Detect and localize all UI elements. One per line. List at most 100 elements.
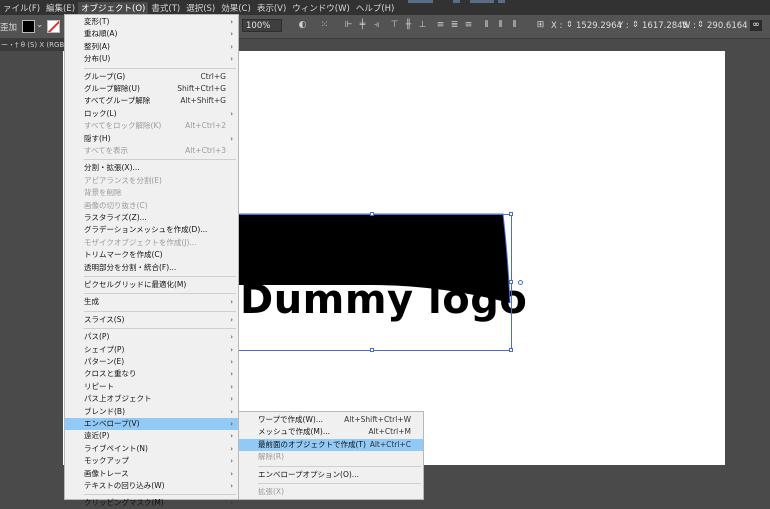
object-menu-item-label: ブレンド(B)	[84, 406, 125, 416]
chevron-right-icon: ›	[230, 420, 233, 428]
envelope-submenu-item-1[interactable]: メッシュで作成(M)... Alt+Ctrl+M	[239, 426, 423, 438]
menubar-item-7[interactable]: ウィンドウ(W)	[289, 2, 353, 14]
w-field[interactable]: 290.6164	[707, 21, 748, 31]
object-menu-item-label: 遠近(P)	[84, 431, 110, 441]
align-right-icon[interactable]: ⫣	[372, 20, 381, 31]
envelope-submenu-separator	[258, 483, 421, 484]
zoom-field[interactable]: 100%	[242, 19, 282, 32]
object-menu-item-38[interactable]: ライブペイント(N) ›	[65, 443, 238, 455]
chevron-right-icon: ›	[230, 345, 233, 354]
object-menu-item-27[interactable]: スライス(S) ›	[65, 314, 238, 326]
object-menu-item-36[interactable]: エンベロープ(V) ›	[65, 418, 238, 430]
envelope-submenu-item-shortcut: Alt+Ctrl+M	[368, 427, 411, 437]
object-menu-item-0[interactable]: 変形(T) ›	[65, 16, 238, 28]
object-menu-item-33[interactable]: リピート ›	[65, 381, 238, 393]
envelope-submenu-item-2[interactable]: 最前面のオブジェクトで作成(T) Alt+Ctrl+C	[239, 438, 423, 451]
distribute-vcenter-icon[interactable]: ≣	[450, 20, 459, 31]
grid-icon[interactable]: ⁙	[320, 20, 329, 31]
chevron-right-icon: ›	[230, 407, 233, 416]
object-menu-item-39[interactable]: モックアップ ›	[65, 455, 238, 467]
object-menu-item-37[interactable]: 遠近(P) ›	[65, 430, 238, 442]
align-vcenter-icon[interactable]: ╫	[404, 20, 413, 31]
selection-handle-right[interactable]	[509, 280, 513, 284]
object-menu-item-35[interactable]: ブレンド(B) ›	[65, 406, 238, 418]
distribute-bottom-icon[interactable]: ≡	[464, 20, 473, 31]
y-stepper-icon[interactable]: ⇕	[632, 20, 639, 30]
object-menu-item-17[interactable]: ラスタライズ(Z)...	[65, 212, 238, 224]
menubar-item-1[interactable]: 編集(E)	[43, 2, 78, 14]
chevron-right-icon: ›	[230, 382, 233, 391]
menubar-item-8[interactable]: ヘルプ(H)	[353, 2, 398, 14]
x-stepper-icon[interactable]: ⇕	[566, 20, 573, 30]
x-field[interactable]: 1529.2964	[576, 21, 622, 31]
object-menu-item-2[interactable]: 整列(A) ›	[65, 41, 238, 53]
object-menu-item-label: 隠す(H)	[84, 133, 111, 143]
selection-handle-top[interactable]	[370, 212, 374, 216]
distribute-left-icon[interactable]: ⦀	[482, 20, 491, 31]
align-hcenter-icon[interactable]: ╪	[358, 20, 367, 31]
menubar-item-2[interactable]: オブジェクト(O)	[78, 1, 149, 14]
object-menu-item-6[interactable]: グループ解除(U) Shift+Ctrl+G	[65, 83, 238, 95]
object-menu-item-label: グループ(G)	[84, 71, 126, 81]
object-menu-item-label: 重ね順(A)	[84, 29, 118, 39]
object-menu-item-label: モザイクオブジェクトを作成(J)...	[84, 237, 197, 247]
object-menu-item-29[interactable]: パス(P) ›	[65, 331, 238, 343]
align-top-icon[interactable]: ⊤	[390, 20, 399, 31]
object-menu-item-43[interactable]: クリッピングマスク(M) ›	[65, 497, 238, 509]
object-menu-item-18[interactable]: グラデーションメッシュを作成(D)...	[65, 224, 238, 236]
object-menu-item-34[interactable]: パス上オブジェクト ›	[65, 393, 238, 405]
object-menu-item-label: ラスタライズ(Z)...	[84, 213, 147, 222]
object-menu-item-shortcut: Ctrl+G	[200, 71, 226, 81]
constrain-link-icon[interactable]: ∞	[750, 20, 762, 31]
object-menu-separator	[84, 494, 236, 496]
object-menu-item-23[interactable]: ピクセルグリッドに最適化(M)	[65, 279, 238, 291]
object-menu-item-1[interactable]: 重ね順(A) ›	[65, 28, 238, 40]
selection-handle-bottom[interactable]	[370, 348, 374, 352]
menubar-item-5[interactable]: 効果(C)	[218, 2, 254, 14]
envelope-submenu-item-5[interactable]: エンベロープオプション(O)...	[239, 469, 423, 481]
distribute-hcenter-icon[interactable]: ⦀	[496, 20, 505, 31]
envelope-submenu-item-label: 最前面のオブジェクトで作成(T)	[258, 439, 366, 449]
align-bottom-icon[interactable]: ⊥	[418, 20, 427, 31]
object-menu-separator	[84, 159, 236, 161]
object-menu-item-5[interactable]: グループ(G) Ctrl+G	[65, 71, 238, 83]
menubar-item-3[interactable]: 書式(T)	[148, 2, 183, 14]
fill-dropdown-chevron-icon[interactable]: ⌄	[36, 20, 43, 30]
menubar-item-4[interactable]: 選択(S)	[183, 2, 218, 14]
object-menu-item-21[interactable]: 透明部分を分割・統合(F)...	[65, 262, 238, 274]
object-menu-item-7[interactable]: すべてグループ解除 Alt+Shift+G	[65, 95, 238, 107]
menubar-item-0[interactable]: ァイル(F)	[0, 2, 43, 14]
align-left-icon[interactable]: ⊩	[344, 20, 353, 31]
logo-text[interactable]: Dummy logo	[240, 277, 527, 323]
distribute-right-icon[interactable]: ⦀	[510, 20, 519, 31]
envelope-submenu-item-shortcut: Alt+Shift+Ctrl+W	[344, 415, 411, 424]
fill-color-swatch[interactable]	[22, 20, 35, 33]
recolor-icon[interactable]: ◐	[298, 20, 307, 31]
stroke-none-swatch[interactable]	[47, 20, 60, 33]
object-menu-item-3[interactable]: 分布(U) ›	[65, 53, 238, 65]
object-menu-item-label: ロック(L)	[84, 108, 117, 118]
w-stepper-icon[interactable]: ⇕	[697, 20, 704, 30]
reference-point-icon[interactable]: ⊞	[536, 20, 545, 31]
w-label: W :	[682, 21, 696, 31]
object-menu-item-31[interactable]: パターン(E) ›	[65, 356, 238, 368]
object-menu-item-40[interactable]: 画像トレース ›	[65, 468, 238, 480]
object-menu-item-20[interactable]: トリムマークを作成(C)	[65, 249, 238, 261]
menu-bar: ァイル(F) 編集(E) オブジェクト(O) 書式(T) 選択(S) 効果(C) 表示(V)…	[0, 0, 770, 15]
object-menu-item-32[interactable]: クロスと重なり ›	[65, 368, 238, 380]
object-menu-item-8[interactable]: ロック(L) ›	[65, 108, 238, 120]
envelope-submenu-item-0[interactable]: ワープで作成(W)... Alt+Shift+Ctrl+W	[239, 414, 423, 426]
rotate-handle[interactable]	[518, 280, 523, 285]
selection-handle-top-right[interactable]	[509, 212, 513, 216]
object-menu-item-41[interactable]: テキストの回り込み(W) ›	[65, 480, 238, 492]
menubar-item-6[interactable]: 表示(V)	[254, 2, 289, 14]
object-menu-item-13[interactable]: 分割・拡張(X)...	[65, 162, 238, 174]
object-menu-item-30[interactable]: シェイプ(P) ›	[65, 344, 238, 356]
object-menu-item-label: ピクセルグリッドに最適化(M)	[84, 280, 187, 289]
distribute-top-icon[interactable]: ≡	[436, 20, 445, 31]
envelope-submenu-item-shortcut: Alt+Ctrl+C	[369, 439, 411, 449]
object-menu-item-10[interactable]: 隠す(H) ›	[65, 133, 238, 145]
object-menu-item-9: すべてをロック解除(K) Alt+Ctrl+2	[65, 120, 238, 132]
selection-handle-bottom-right[interactable]	[509, 348, 513, 352]
object-menu-item-25[interactable]: 生成 ›	[65, 296, 238, 308]
